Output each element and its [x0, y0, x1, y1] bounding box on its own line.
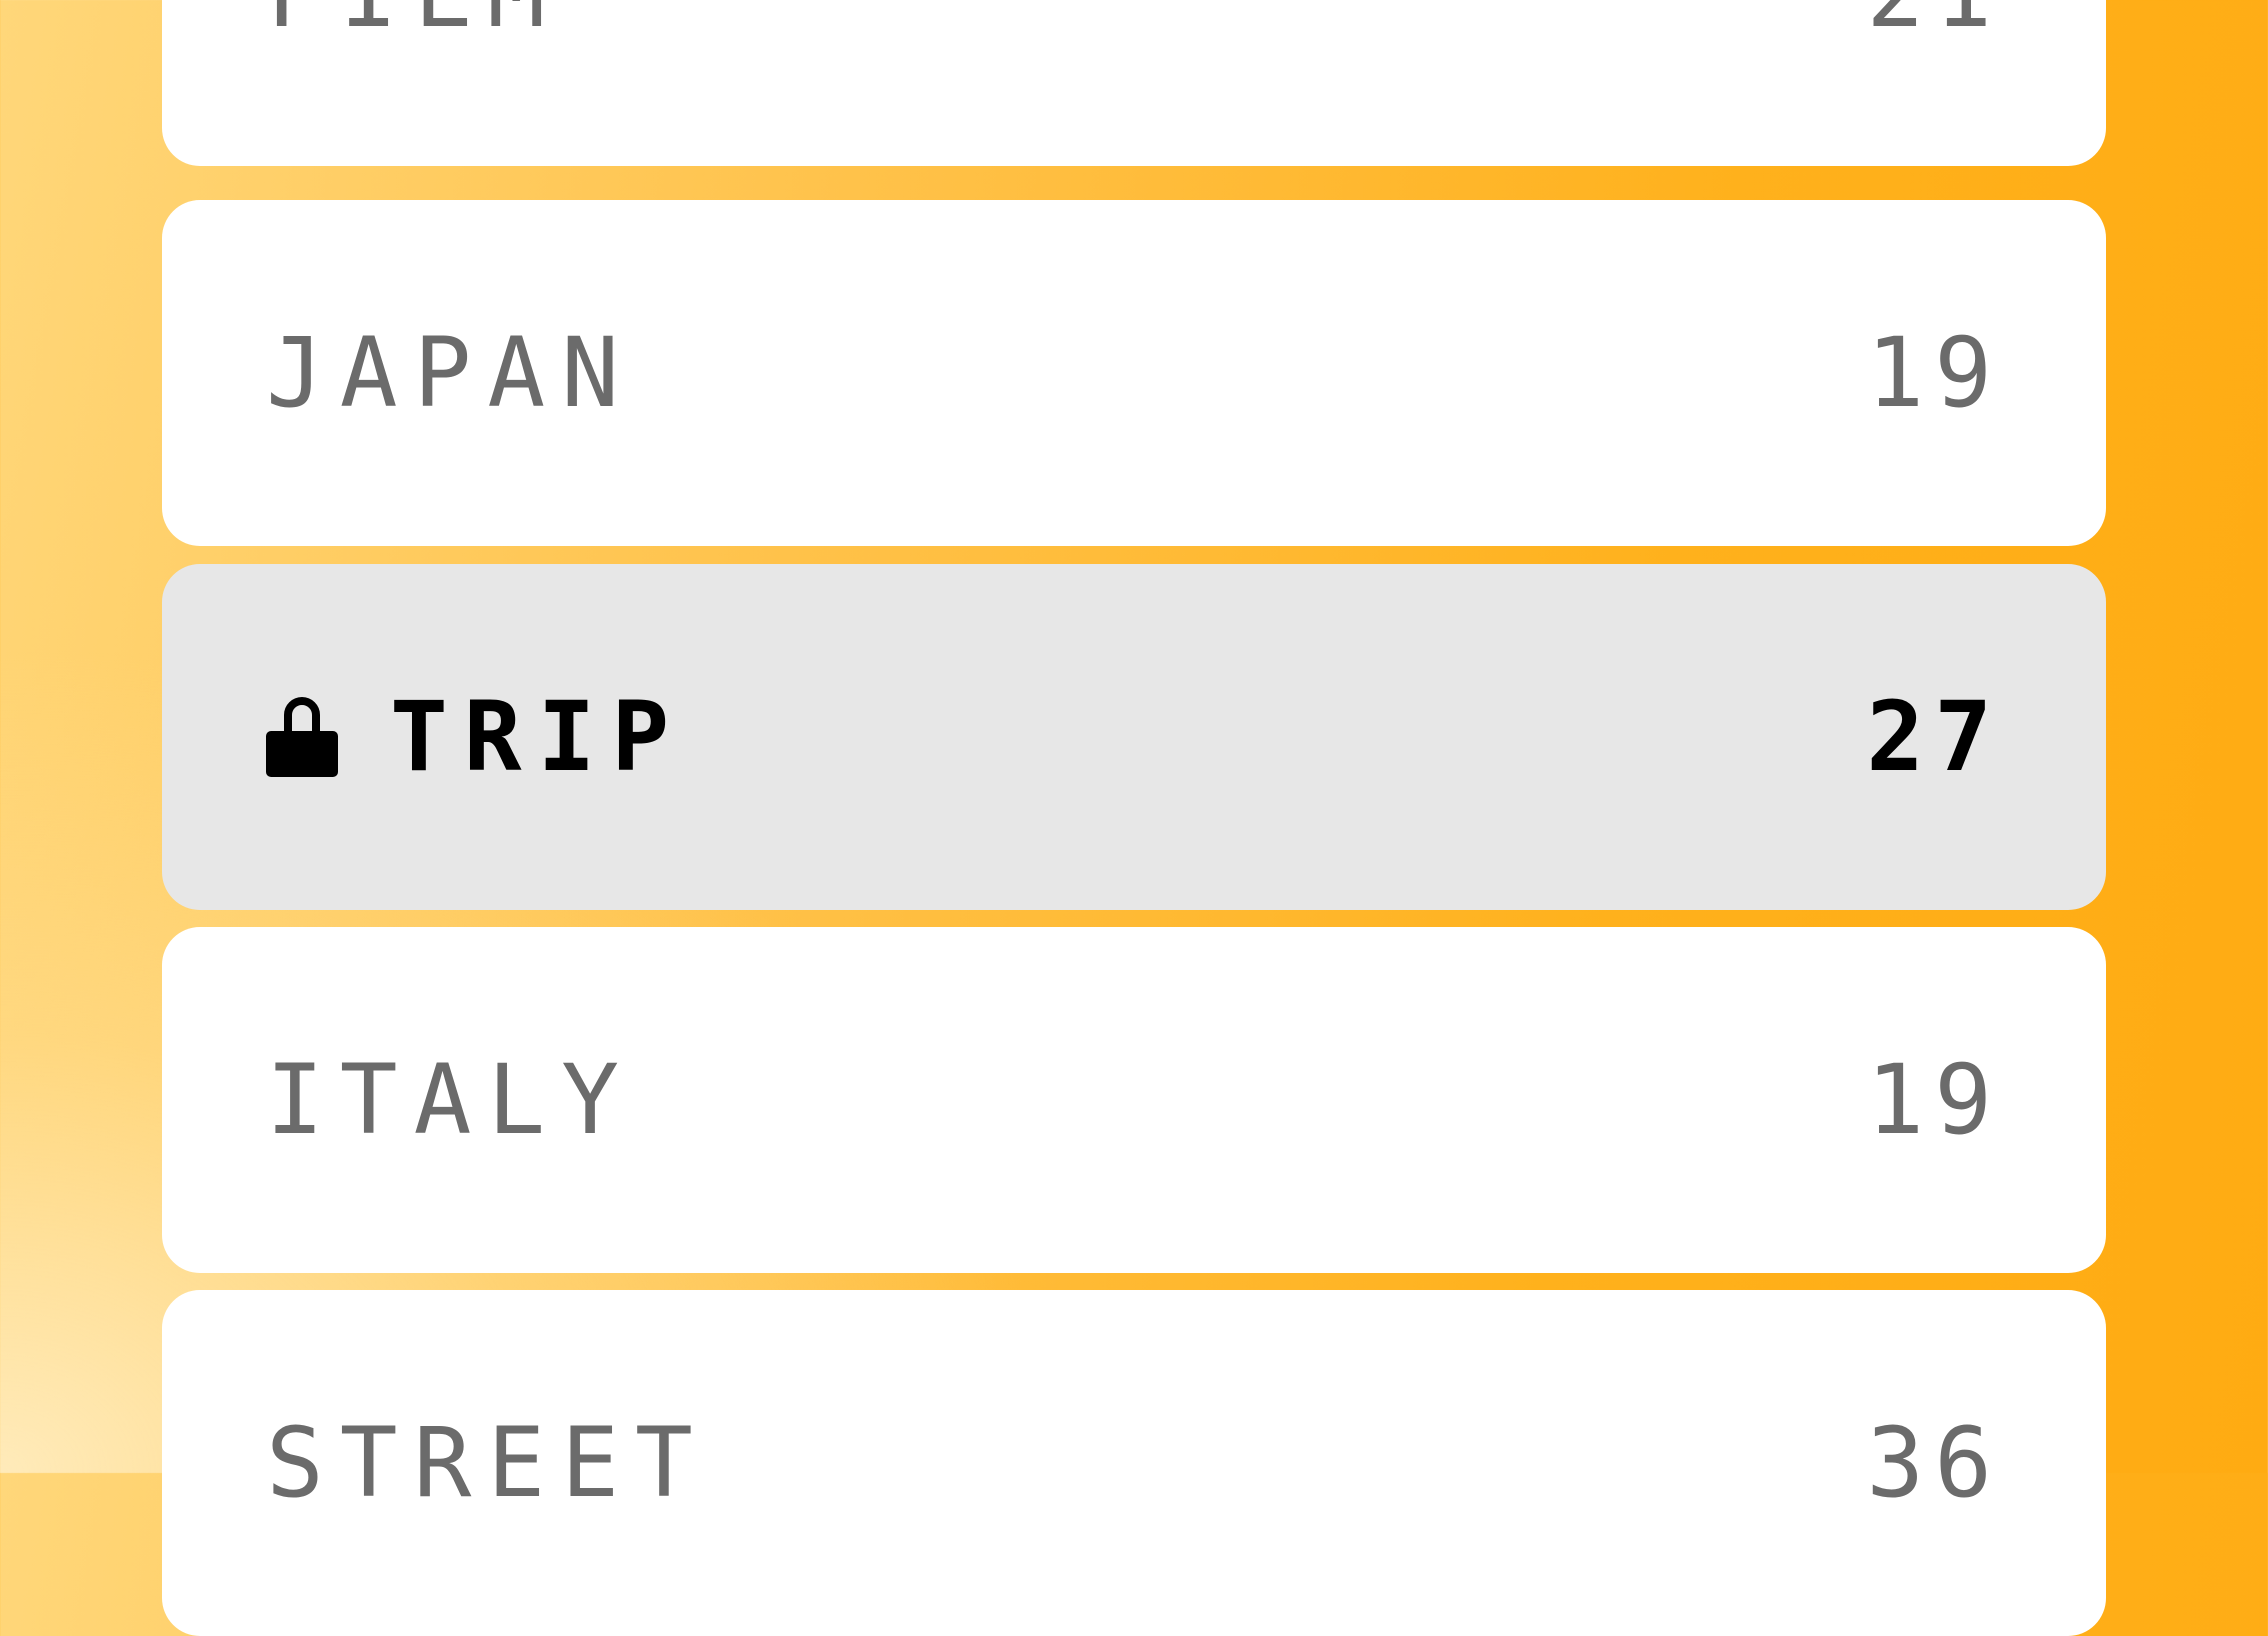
list-item-count: 36	[1866, 1407, 2002, 1519]
list-item-count: 27	[1866, 681, 2002, 793]
list-item-count: 19	[1866, 1044, 2002, 1156]
list-item-japan[interactable]: JAPAN 19	[162, 200, 2106, 546]
list-item-film[interactable]: FILM 21	[162, 0, 2106, 166]
list-item-label: FILM	[266, 0, 561, 41]
list-item-label: JAPAN	[266, 317, 635, 429]
album-list: FILM 21 JAPAN 19 TRIP 27 ITALY 19 STREET…	[162, 0, 2106, 1636]
list-item-trip[interactable]: TRIP 27	[162, 564, 2106, 910]
list-item-count: 19	[1866, 317, 2002, 429]
list-item-label: TRIP	[390, 681, 686, 793]
list-item-italy[interactable]: ITALY 19	[162, 927, 2106, 1273]
list-item-label: STREET	[266, 1407, 709, 1519]
list-item-label-row: TRIP	[266, 689, 685, 785]
lock-icon	[266, 693, 338, 777]
list-item-label: ITALY	[266, 1044, 635, 1156]
list-item-street[interactable]: STREET 36	[162, 1290, 2106, 1636]
list-item-count: 21	[1866, 0, 2002, 41]
